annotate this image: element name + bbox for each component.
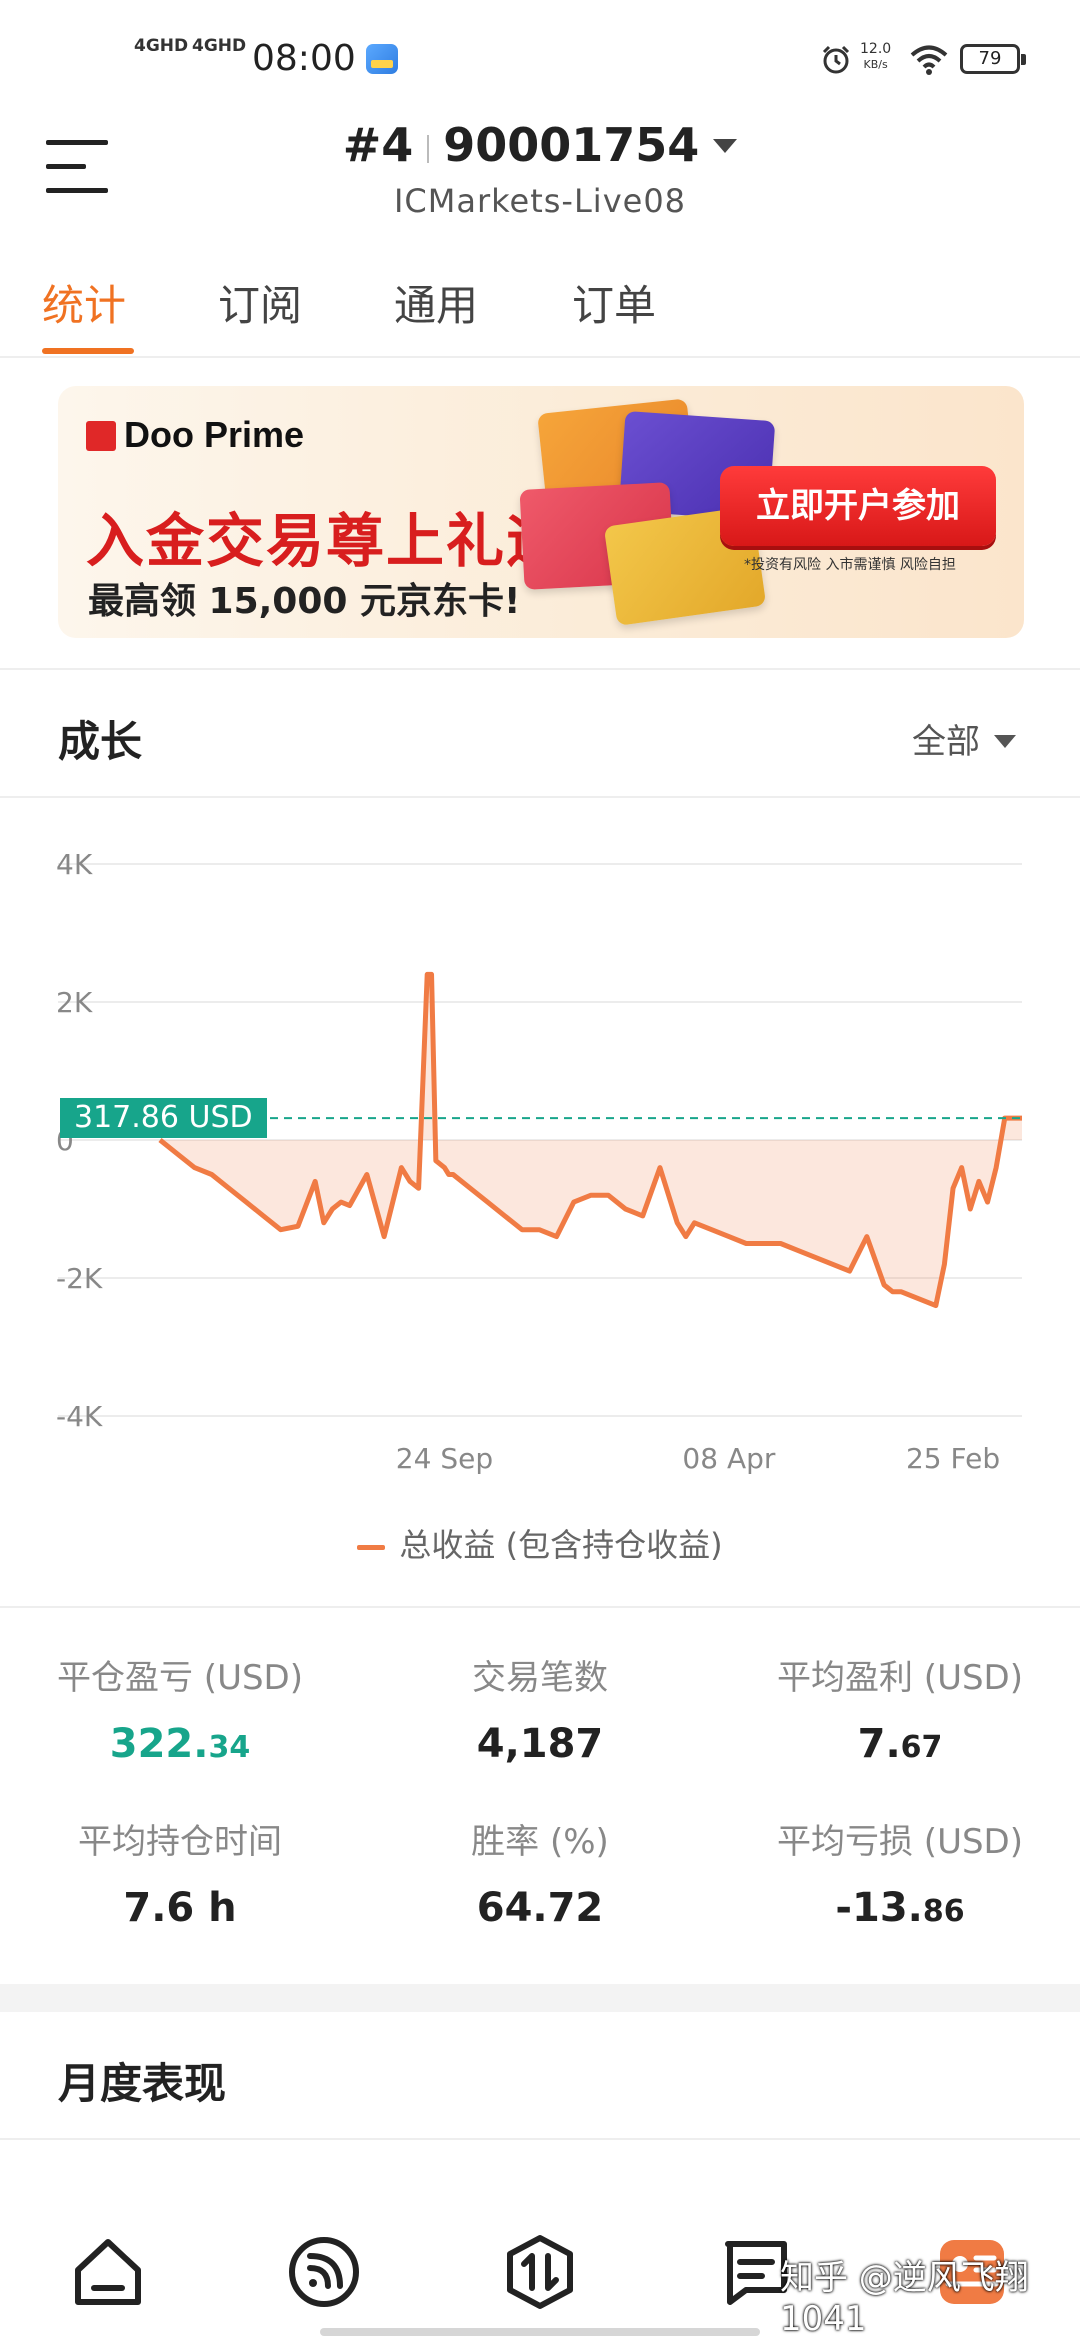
server-name: ICMarkets-Live08 [393, 182, 687, 220]
wifi-icon [910, 45, 948, 75]
x-tick-label: 24 Sep [396, 1442, 493, 1475]
growth-chart-svg: 4K2K0-2K-4K24 Sep 08 Apr 25 Feb [56, 848, 1022, 1475]
chart-legend: 总收益 (包含持仓收益) [0, 1520, 1080, 1566]
y-tick-label: -2K [56, 1262, 103, 1295]
chevron-down-icon [994, 735, 1016, 748]
monthly-performance-title: 月度表现 [58, 2059, 227, 2108]
divider [0, 668, 1080, 670]
banner-subline: 最高领 15,000 元京东卡! [88, 581, 521, 622]
status-time: 08:00 [252, 38, 356, 79]
stat-avg-profit: 平均盈利 (USD) 7.67 [777, 1658, 1023, 1767]
y-tick-label: 2K [56, 986, 93, 1019]
risk-disclaimer: *投资有风险 入市需谨慎 风险自担 [744, 557, 956, 573]
divider [0, 2138, 1080, 2140]
brand-logo: Doo Prime [86, 414, 304, 456]
watermark: 知乎 @逆风飞翔1041 [780, 2258, 1029, 2339]
chevron-down-icon [713, 138, 738, 153]
banner-headline: 入金交易尊上礼遇 [86, 507, 567, 575]
battery-icon: 79 [960, 44, 1026, 74]
alarm-icon [822, 45, 850, 74]
x-tick-label: 25 Feb [906, 1442, 1000, 1475]
y-tick-label: 4K [56, 848, 93, 881]
signal-icon[interactable] [284, 2232, 364, 2312]
account-prefix: #4 [342, 118, 414, 172]
stat-avg-loss: 平均亏损 (USD) -13.86 [777, 1822, 1023, 1931]
open-account-button[interactable]: 立即开户参加 [720, 466, 996, 546]
home-icon[interactable] [68, 2232, 148, 2312]
signal-2-icon: 4GHD [192, 36, 247, 56]
divider [0, 796, 1080, 798]
series-area [160, 974, 1022, 1306]
status-bar: 4GHD 4GHD 08:00 12.0 KB/s 79 [0, 0, 1080, 110]
signal-1-icon: 4GHD [134, 36, 189, 56]
trade-icon[interactable] [500, 2232, 580, 2312]
home-indicator[interactable] [320, 2328, 760, 2336]
current-value-tag: 317.86 USD [60, 1098, 267, 1138]
tab-active-indicator [42, 348, 134, 354]
net-speed: 12.0 KB/s [860, 41, 892, 72]
stat-avg-hold-time: 平均持仓时间 7.6 h [78, 1822, 282, 1931]
account-selector[interactable]: #4 90001754 [0, 118, 1080, 172]
growth-title: 成长 [58, 717, 143, 766]
stat-closed-pnl: 平仓盈亏 (USD) 322.34 [57, 1658, 303, 1767]
stat-trade-count: 交易笔数 4,187 [472, 1658, 608, 1767]
app-notification-icon [366, 44, 398, 74]
tab-subscription[interactable]: 订阅 [218, 272, 302, 333]
section-gap [0, 1984, 1080, 2012]
account-number: 90001754 [443, 118, 700, 172]
stats-grid: 平仓盈亏 (USD) 322.34 交易笔数 4,187 平均盈利 (USD) … [0, 1606, 1080, 1984]
y-tick-label: -4K [56, 1400, 103, 1433]
tab-general[interactable]: 通用 [394, 272, 478, 333]
x-tick-label: 08 Apr [682, 1442, 775, 1475]
tab-orders[interactable]: 订单 [572, 272, 656, 333]
growth-chart[interactable]: 4K 2K 0 -2K -4K 24 Sep 08 Apr 25 Feb 317.86 USD [0, 820, 1080, 1480]
legend-swatch [357, 1544, 386, 1550]
promo-banner[interactable]: Doo Prime 入金交易尊上礼遇 最高领 15,000 元京东卡! 立即开户… [58, 386, 1024, 638]
tab-bar: 统计 订阅 通用 订单 [0, 258, 1080, 358]
tab-statistics[interactable]: 统计 [42, 272, 126, 333]
stat-win-rate: 胜率 (%) 64.72 [471, 1822, 609, 1931]
period-filter-dropdown[interactable]: 全部 [912, 714, 1016, 763]
